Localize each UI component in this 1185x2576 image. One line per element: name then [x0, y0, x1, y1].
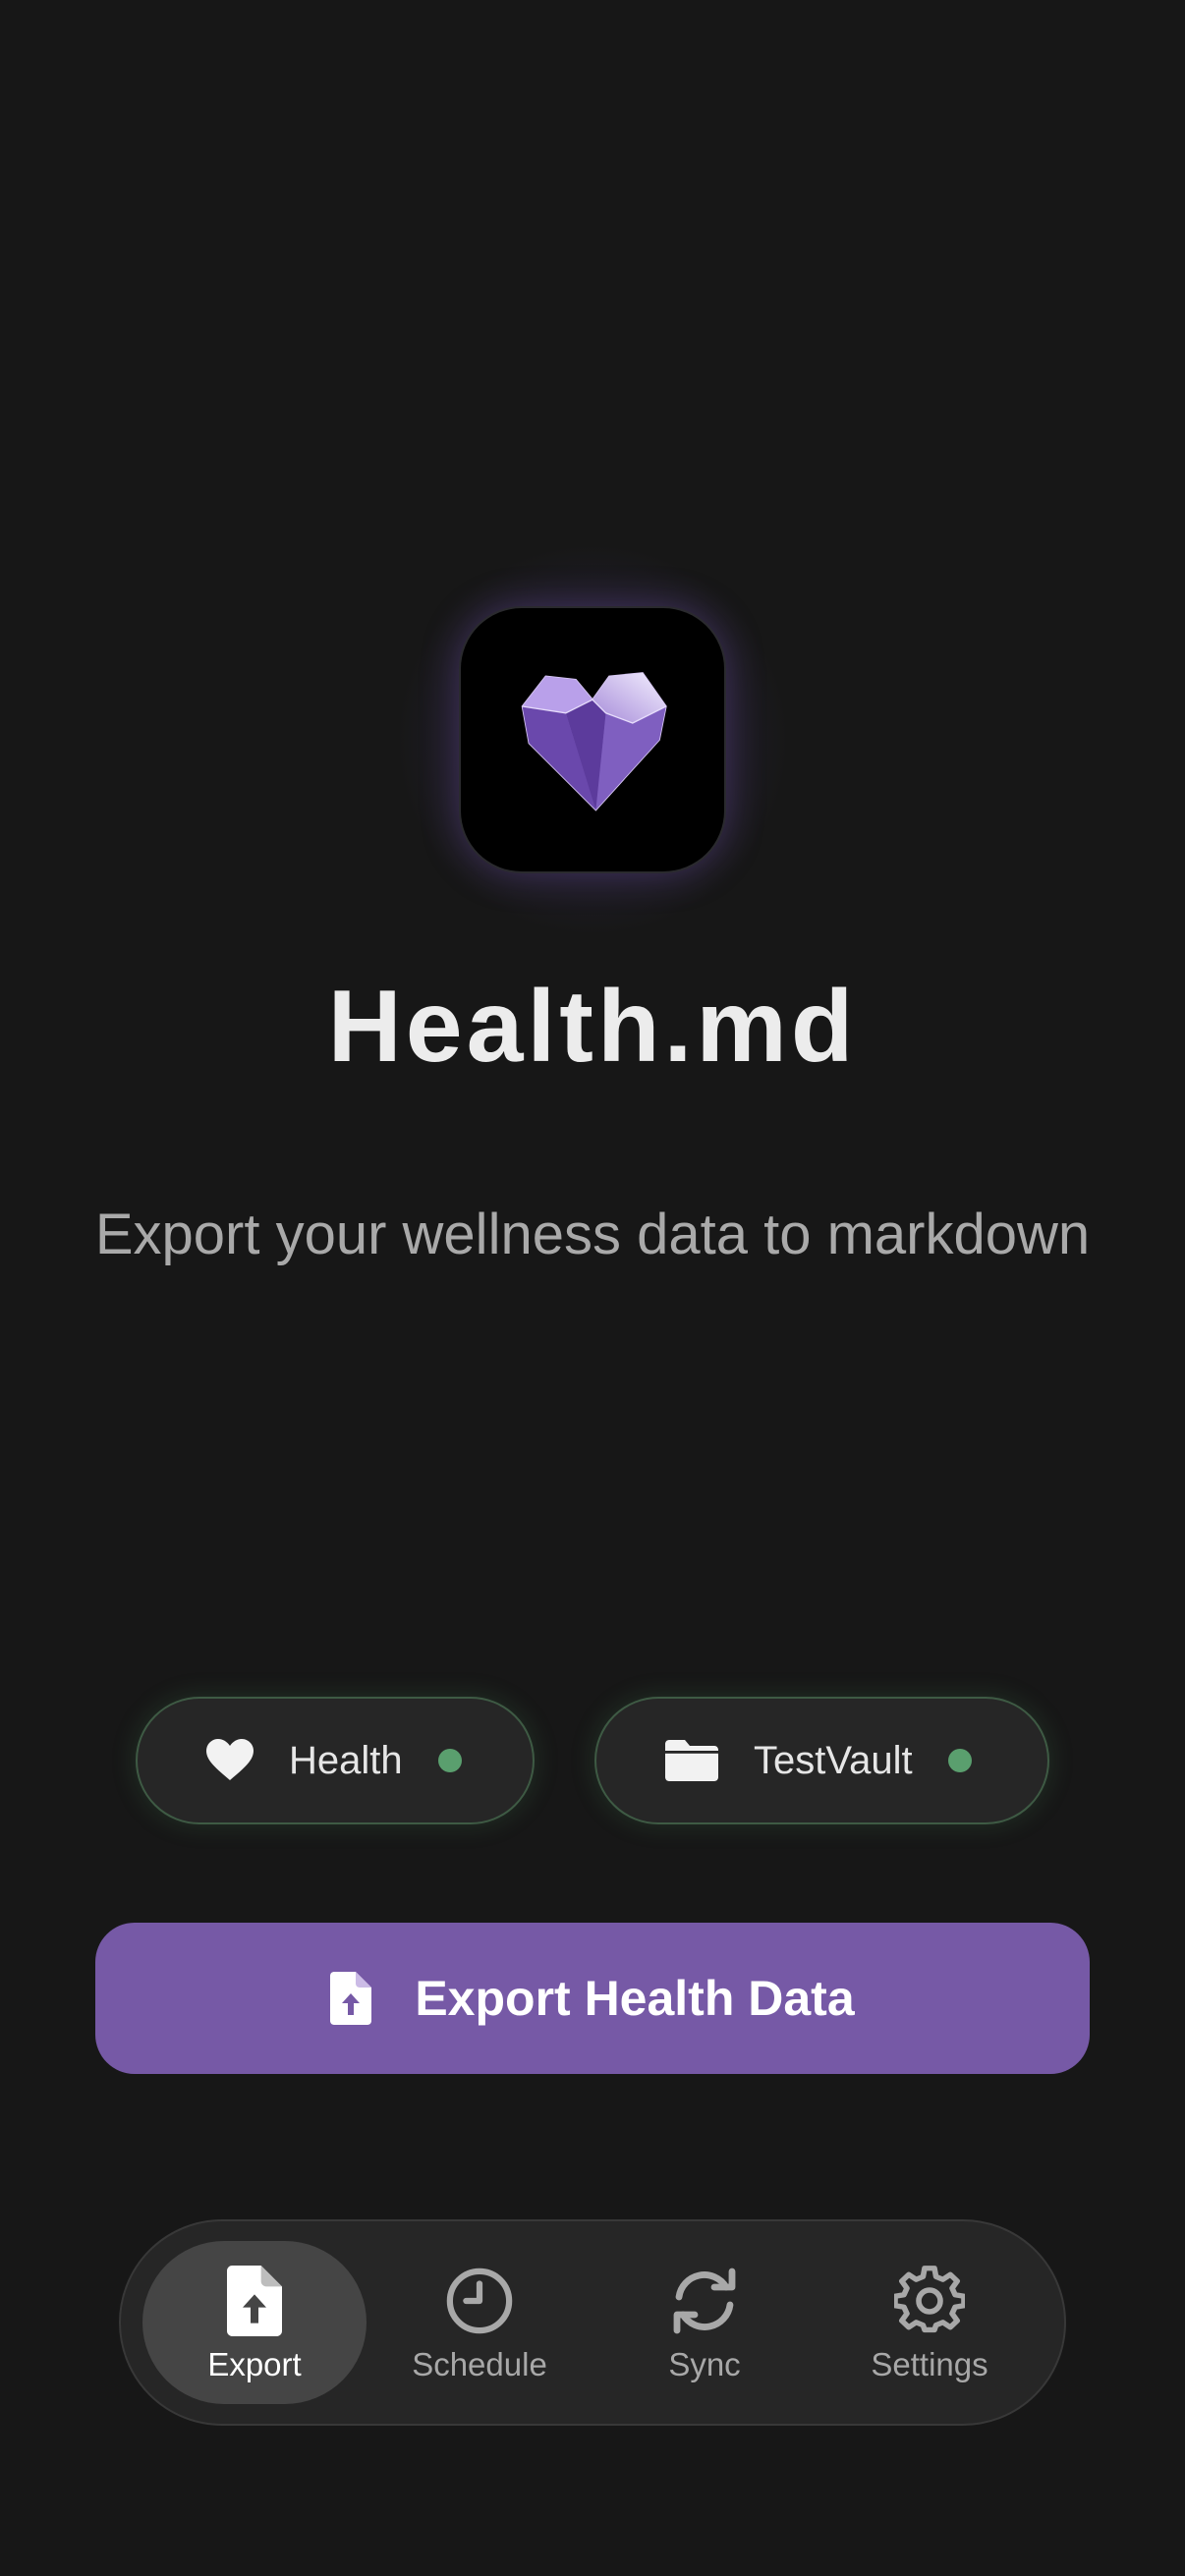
amethyst-heart-icon: [521, 672, 667, 812]
export-health-data-button[interactable]: Export Health Data: [95, 1923, 1090, 2074]
clock-icon: [445, 2262, 514, 2340]
vault-status-dot: [947, 1749, 972, 1772]
gear-icon: [894, 2262, 965, 2340]
heart-icon: [206, 1739, 254, 1782]
export-screen: Health.md Export your wellness data to m…: [0, 0, 1185, 2576]
health-connection-pill[interactable]: Health: [136, 1697, 535, 1824]
tab-export-label: Export: [207, 2346, 302, 2382]
sync-icon: [665, 2262, 744, 2340]
app-logo: [461, 608, 724, 871]
folder-icon: [665, 1740, 718, 1781]
tab-schedule-label: Schedule: [412, 2346, 547, 2382]
document-upload-icon: [330, 1972, 372, 2025]
health-status-dot: [437, 1749, 462, 1772]
tab-schedule[interactable]: Schedule: [367, 2241, 592, 2404]
tab-sync[interactable]: Sync: [592, 2241, 817, 2404]
tab-settings-label: Settings: [871, 2346, 988, 2382]
export-button-label: Export Health Data: [415, 1971, 855, 2026]
app-title: Health.md: [327, 970, 858, 1084]
vault-connection-label: TestVault: [754, 1738, 913, 1782]
app-tagline: Export your wellness data to markdown: [94, 1203, 1091, 1266]
tab-export[interactable]: Export: [142, 2241, 367, 2404]
vault-connection-pill[interactable]: TestVault: [594, 1697, 1049, 1824]
tab-sync-label: Sync: [668, 2346, 741, 2382]
document-upload-icon: [227, 2262, 282, 2340]
tab-settings[interactable]: Settings: [818, 2241, 1042, 2404]
bottom-tab-bar: Export Schedule Sync Settings: [119, 2219, 1066, 2426]
health-connection-label: Health: [289, 1738, 403, 1782]
